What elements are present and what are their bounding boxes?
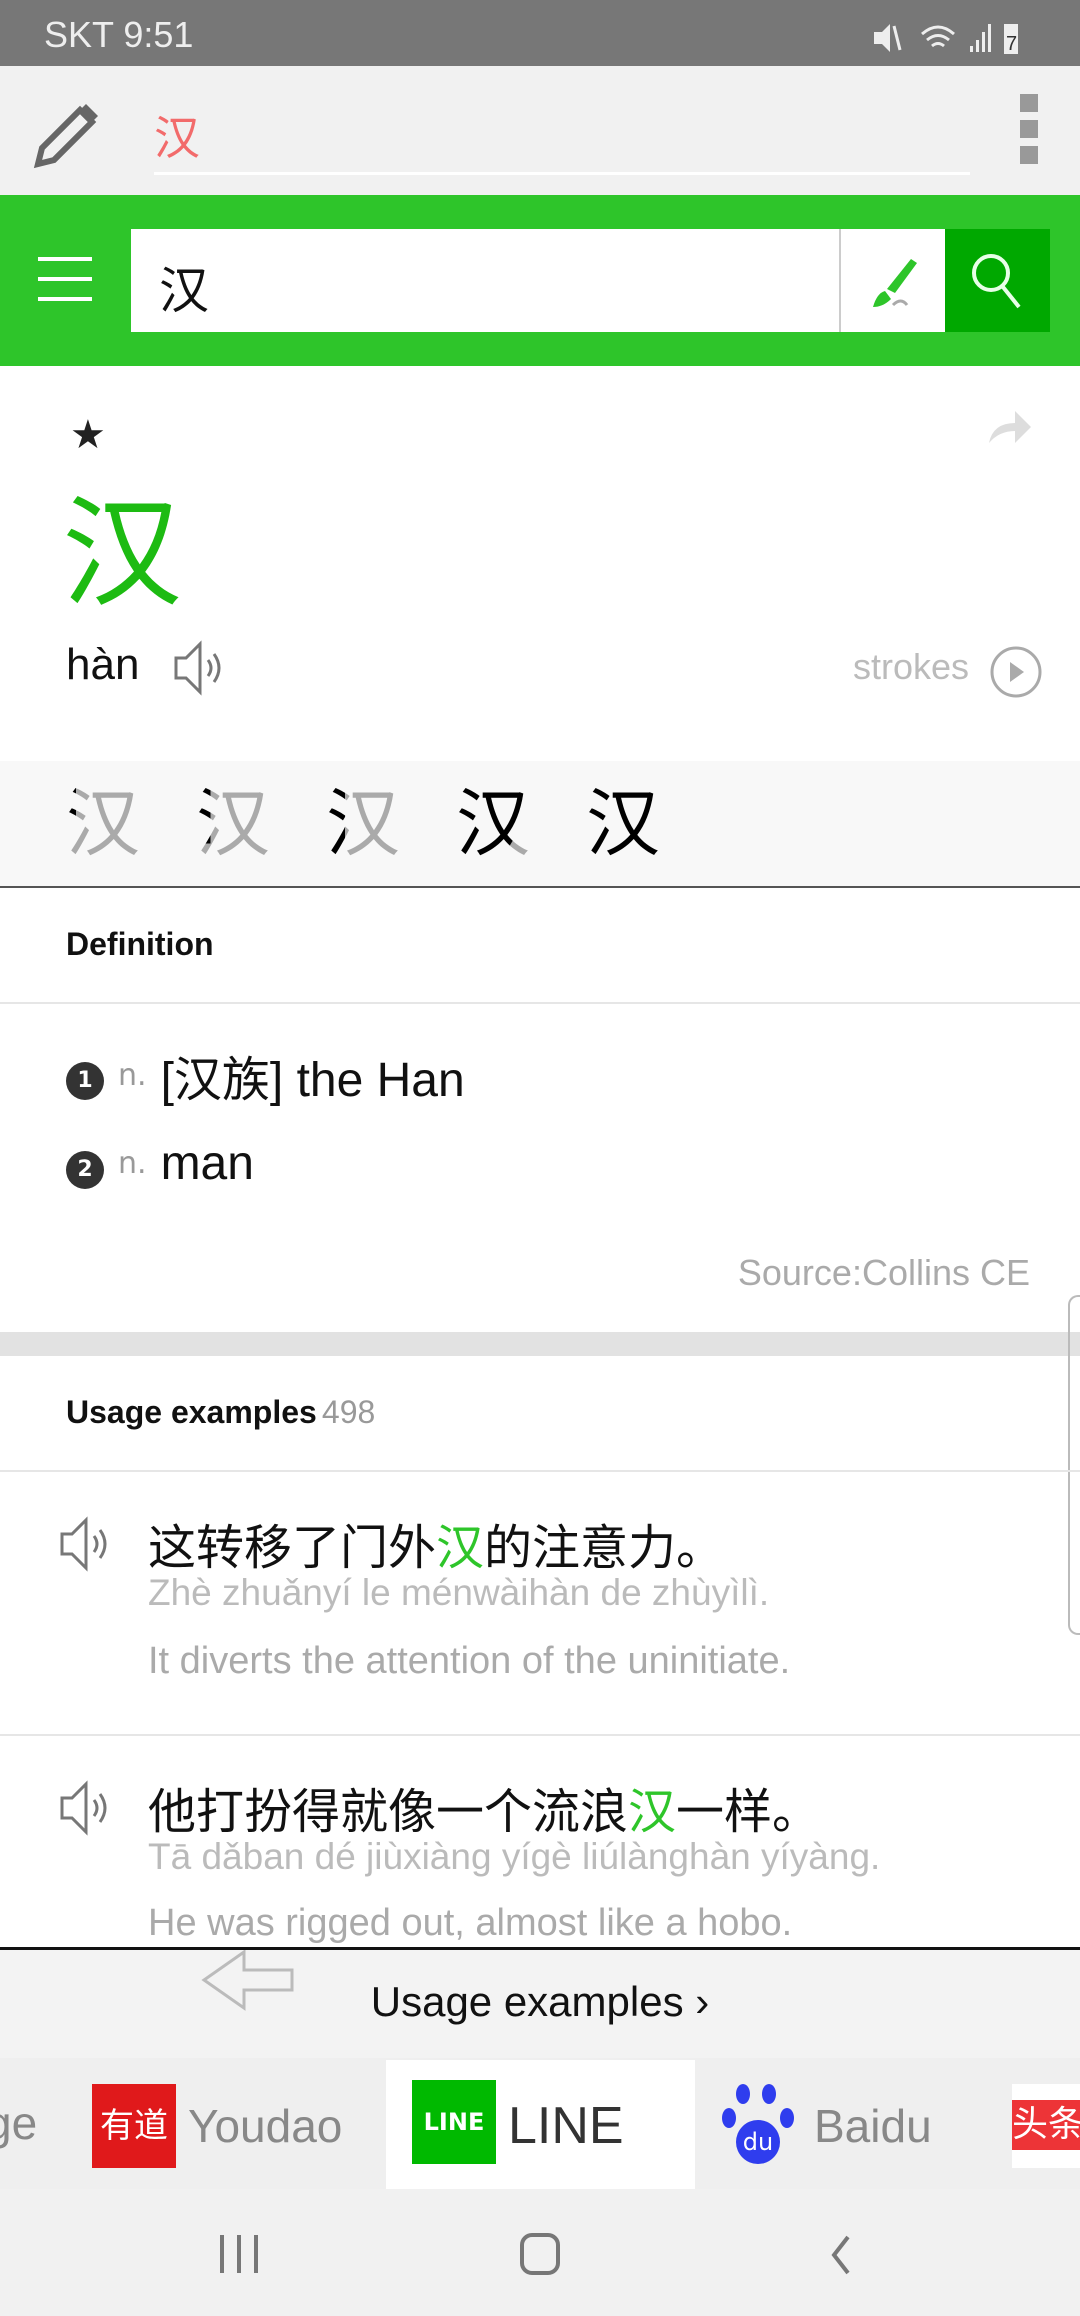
example-translation: It diverts the attention of the uninitia… (148, 1640, 791, 1682)
part-of-speech: n. (118, 1146, 147, 1181)
handwriting-result[interactable]: 汉 (154, 102, 200, 168)
definition-number: 2 (66, 1150, 104, 1189)
wifi-icon (921, 25, 955, 48)
status-icons: 7 (874, 24, 1018, 55)
bottom-link-bar: Usage examples › (0, 1947, 1080, 2058)
toutiao-logo: 头条 (1012, 2100, 1080, 2150)
usage-examples-link[interactable]: Usage examples › (0, 1978, 1080, 2026)
search-input[interactable]: 汉 (131, 229, 839, 332)
usage-example[interactable]: 这转移了门外汉的注意力。 Zhè zhuǎnyí le ménwàihàn de… (0, 1472, 1080, 1734)
section-separator (0, 1332, 1080, 1356)
recents-icon[interactable] (220, 2235, 258, 2273)
tab-toutiao[interactable]: 头条 (1012, 2084, 1080, 2168)
definition-number: 1 (66, 1062, 104, 1100)
entry-character: 汉 (62, 485, 182, 624)
handwriting-underline (154, 172, 970, 175)
divider (0, 1002, 1080, 1004)
usage-example[interactable]: 他打扮得就像一个流浪汉一样。 Tā dǎban dé jiùxiàng yígè… (0, 1736, 1080, 1947)
definition-item: 2 n. man (66, 1136, 254, 1191)
more-vert-icon[interactable] (1020, 94, 1038, 170)
stroke-step-5: 汉 (586, 781, 660, 867)
definition-item: 1 n. [汉族] the Han (66, 1040, 465, 1110)
navigation-bar (0, 2189, 1080, 2316)
brush-icon (873, 259, 917, 307)
mute-icon (874, 24, 902, 52)
usage-header: Usage examples 498 (66, 1394, 375, 1431)
search-button[interactable] (945, 229, 1050, 332)
tab-baidu[interactable]: du Baidu (722, 2084, 932, 2168)
entry-pinyin: hàn (66, 640, 140, 689)
stroke-step-4: 汉汉 (456, 781, 530, 867)
search-input-value: 汉 (159, 262, 209, 320)
youdao-logo: 有道 (92, 2084, 176, 2168)
baidu-logo: du (722, 2084, 802, 2168)
tab-line[interactable]: LINE LINE (386, 2060, 695, 2189)
signal-icon (970, 24, 991, 52)
status-bar: SKT 9:51 7 (0, 0, 1080, 66)
back-icon[interactable] (826, 2233, 856, 2277)
stroke-order-row: 汉汉 汉汉 汉汉 汉汉 汉 (0, 761, 1080, 888)
example-chinese: 他打扮得就像一个流浪汉一样。 (148, 1784, 821, 1840)
definition-header: Definition (66, 926, 214, 962)
star-icon[interactable]: ★ (70, 412, 106, 458)
definition-text: [汉族] the Han (160, 1054, 465, 1107)
example-pinyin: Zhè zhuǎnyí le ménwàihàn de zhùyìlì. (148, 1572, 770, 1613)
line-logo: LINE (412, 2080, 496, 2164)
definition-source: Source:Collins CE (737, 1252, 1030, 1293)
pencil-icon[interactable] (32, 100, 102, 170)
play-icon[interactable] (988, 644, 1044, 700)
part-of-speech: n. (118, 1057, 147, 1093)
home-icon[interactable] (520, 2233, 560, 2275)
search-icon (972, 254, 1021, 309)
dictionary-tabs: ge 有道 Youdao LINE LINE du Baidu 头条 (0, 2058, 1080, 2189)
speaker-icon[interactable] (58, 1780, 118, 1836)
battery-charging-icon: 7 (1004, 24, 1018, 55)
definition-text: man (160, 1137, 254, 1190)
example-pinyin: Tā dǎban dé jiùxiàng yígè liúlànghàn yíy… (148, 1836, 881, 1877)
usage-count: 498 (321, 1394, 376, 1430)
tab-youdao[interactable]: 有道 Youdao (92, 2084, 342, 2168)
example-translation: He was rigged out, almost like a hobo. (148, 1902, 793, 1944)
example-chinese: 这转移了门外汉的注意力。 (148, 1520, 725, 1576)
svg-text:7: 7 (1006, 33, 1017, 55)
speaker-icon[interactable] (58, 1516, 118, 1572)
handwriting-brush-button[interactable] (839, 229, 945, 332)
usage-header-title: Usage examples (66, 1394, 317, 1430)
strokes-label[interactable]: strokes (853, 646, 969, 688)
speaker-icon[interactable] (172, 640, 234, 696)
menu-icon[interactable] (38, 257, 92, 301)
stroke-step-2: 汉汉 (196, 781, 270, 867)
stroke-step-1: 汉汉 (66, 781, 140, 867)
stroke-step-3: 汉汉 (326, 781, 400, 867)
tab-partial[interactable]: ge (0, 2096, 37, 2150)
share-icon[interactable] (985, 405, 1035, 445)
handwriting-toolbar: 汉 (0, 66, 1080, 195)
carrier-time: SKT 9:51 (44, 14, 194, 55)
